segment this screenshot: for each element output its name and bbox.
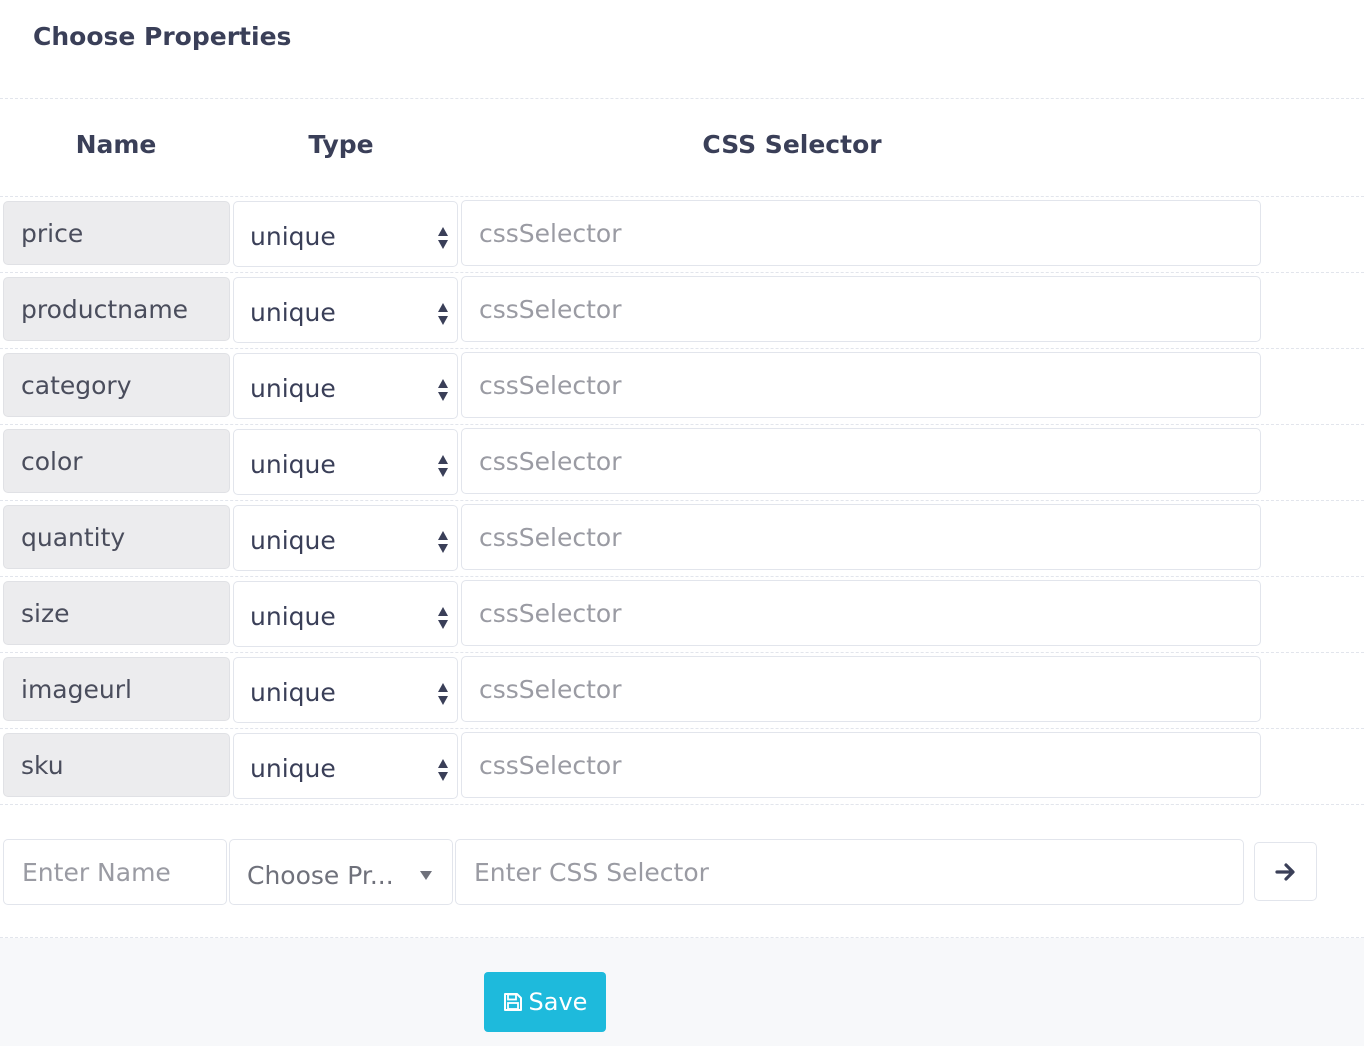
section-title: Choose Properties: [33, 22, 292, 51]
new-type-select-label: Choose Pr...: [247, 860, 394, 890]
property-type-select[interactable]: unique: [233, 505, 458, 571]
css-selector-input[interactable]: [461, 200, 1261, 266]
divider: [0, 196, 1364, 197]
row-divider: [0, 500, 1364, 501]
property-type-value: unique: [250, 753, 336, 783]
column-header-css-selector: CSS Selector: [702, 130, 882, 159]
new-css-selector-input[interactable]: [455, 839, 1244, 905]
divider: [0, 98, 1364, 99]
floppy-disk-icon: [503, 993, 522, 1011]
select-arrows-icon: [438, 227, 448, 249]
css-selector-input[interactable]: [461, 276, 1261, 342]
property-type-value: unique: [250, 373, 336, 403]
property-type-select[interactable]: unique: [233, 353, 458, 419]
css-selector-input[interactable]: [461, 580, 1261, 646]
add-property-button[interactable]: [1254, 842, 1317, 901]
property-name: sku: [3, 733, 230, 797]
select-arrows-icon: [438, 379, 448, 401]
new-name-input[interactable]: [3, 839, 227, 905]
row-divider: [0, 348, 1364, 349]
property-type-value: unique: [250, 221, 336, 251]
property-type-select[interactable]: unique: [233, 657, 458, 723]
select-arrows-icon: [438, 607, 448, 629]
property-row: sku unique: [0, 731, 1364, 807]
property-name: size: [3, 581, 230, 645]
property-type-select[interactable]: unique: [233, 429, 458, 495]
property-type-value: unique: [250, 525, 336, 555]
property-row: productname unique: [0, 275, 1364, 351]
row-divider: [0, 728, 1364, 729]
css-selector-input[interactable]: [461, 656, 1261, 722]
property-name: color: [3, 429, 230, 493]
css-selector-input[interactable]: [461, 732, 1261, 798]
row-divider: [0, 652, 1364, 653]
property-row: imageurl unique: [0, 655, 1364, 731]
save-button-label: Save: [528, 988, 588, 1016]
column-header-name: Name: [75, 130, 157, 159]
select-arrows-icon: [438, 303, 448, 325]
choose-properties-panel: Choose Properties Name Type CSS Selector…: [0, 0, 1364, 1046]
property-type-select[interactable]: unique: [233, 277, 458, 343]
css-selector-input[interactable]: [461, 352, 1261, 418]
property-row: size unique: [0, 579, 1364, 655]
save-button[interactable]: Save: [484, 972, 606, 1032]
property-type-select[interactable]: unique: [233, 733, 458, 799]
property-name: price: [3, 201, 230, 265]
select-arrows-icon: [438, 759, 448, 781]
property-name: quantity: [3, 505, 230, 569]
select-arrows-icon: [438, 683, 448, 705]
property-type-select[interactable]: unique: [233, 201, 458, 267]
property-type-value: unique: [250, 297, 336, 327]
property-row: category unique: [0, 351, 1364, 427]
property-type-value: unique: [250, 677, 336, 707]
property-row: color unique: [0, 427, 1364, 503]
select-arrows-icon: [438, 531, 448, 553]
new-type-select[interactable]: Choose Pr...: [229, 839, 453, 905]
property-type-select[interactable]: unique: [233, 581, 458, 647]
property-row: quantity unique: [0, 503, 1364, 579]
arrow-right-icon: [1274, 862, 1295, 881]
property-row: price unique: [0, 199, 1364, 275]
row-divider: [0, 424, 1364, 425]
property-type-value: unique: [250, 449, 336, 479]
footer: [0, 938, 1364, 1046]
divider: [0, 804, 1364, 805]
property-name: productname: [3, 277, 230, 341]
property-name: category: [3, 353, 230, 417]
caret-down-icon: [420, 871, 432, 880]
row-divider: [0, 576, 1364, 577]
property-name: imageurl: [3, 657, 230, 721]
property-type-value: unique: [250, 601, 336, 631]
css-selector-input[interactable]: [461, 504, 1261, 570]
row-divider: [0, 272, 1364, 273]
select-arrows-icon: [438, 455, 448, 477]
css-selector-input[interactable]: [461, 428, 1261, 494]
column-header-type: Type: [308, 130, 374, 159]
